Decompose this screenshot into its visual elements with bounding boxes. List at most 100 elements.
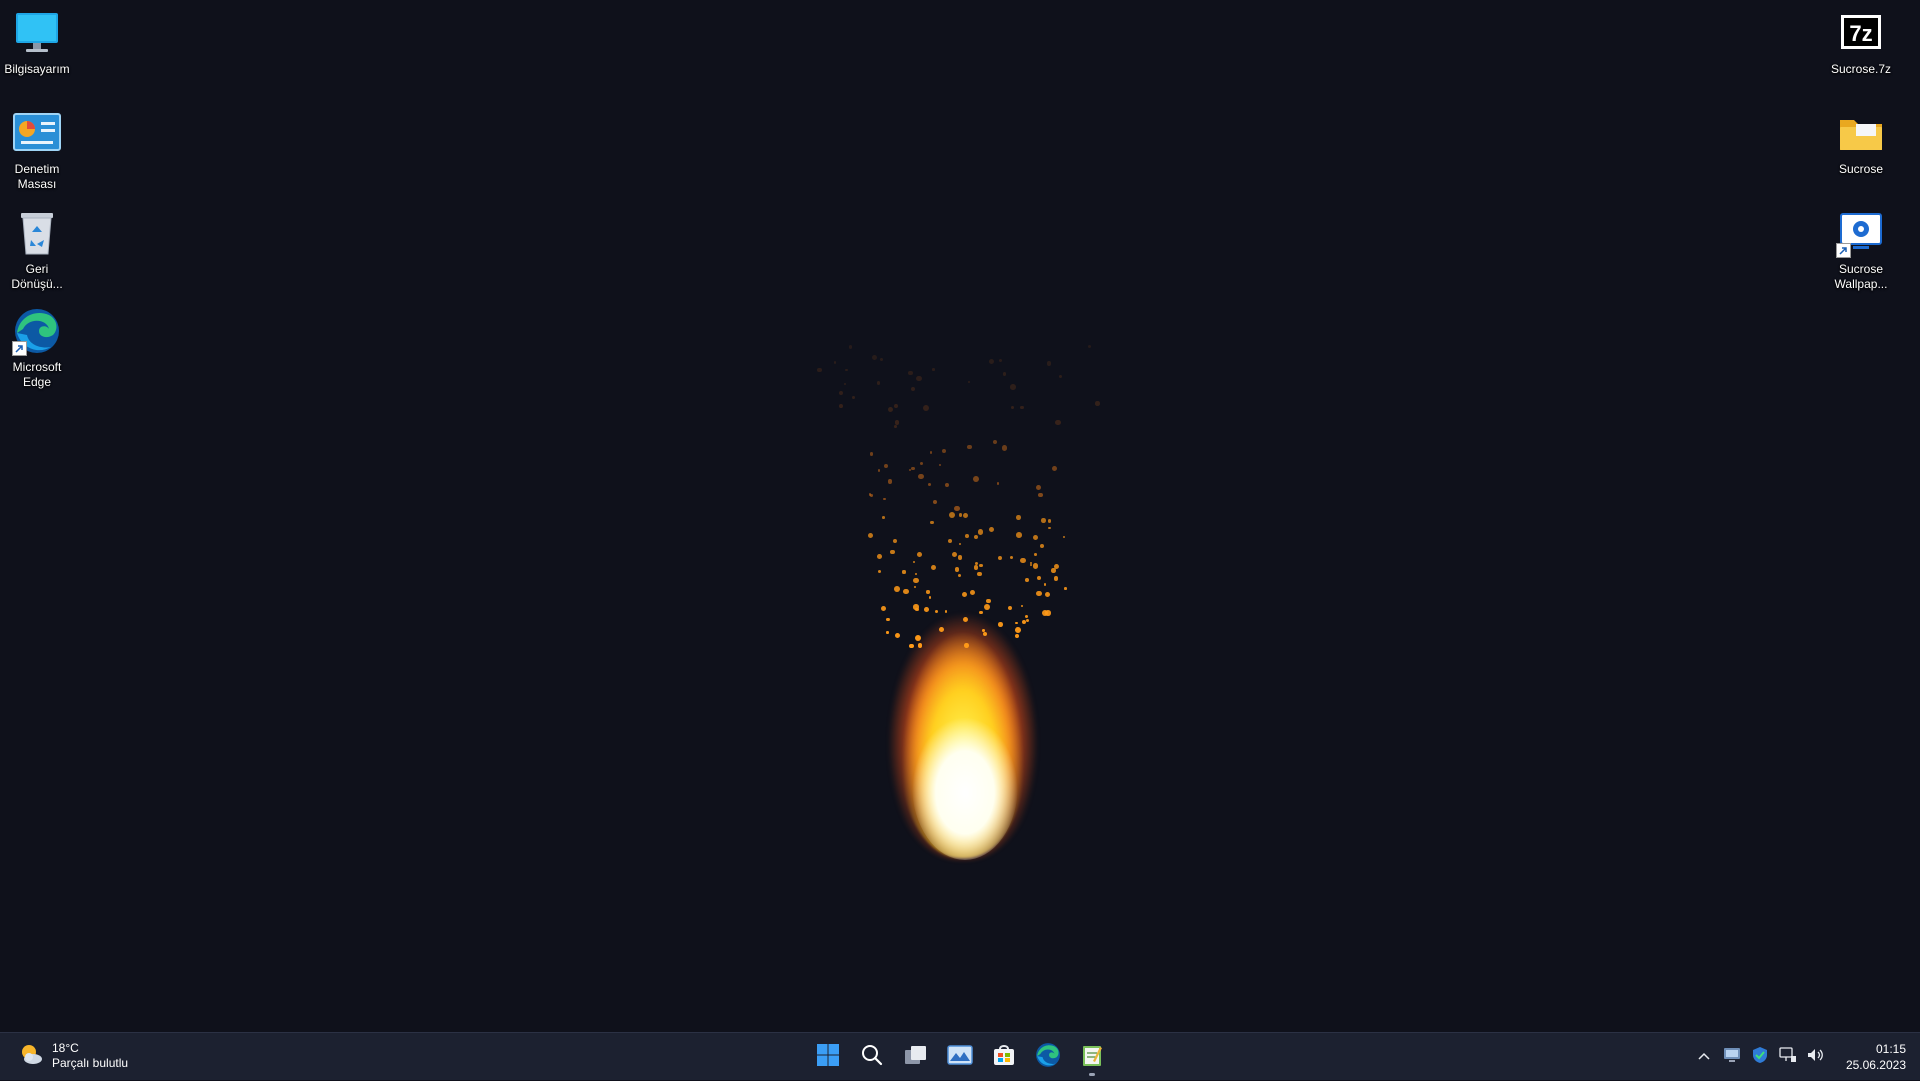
ember-spark — [886, 631, 889, 634]
display-tray-button[interactable] — [1718, 1041, 1746, 1073]
ember-spark — [973, 476, 980, 483]
ember-spark — [887, 407, 893, 413]
ember-spark — [922, 404, 929, 411]
ember-spark — [949, 511, 956, 518]
ember-spark — [998, 621, 1003, 627]
ember-spark — [999, 358, 1003, 362]
ember-spark — [1051, 465, 1057, 471]
ember-spark — [954, 505, 960, 512]
ember-spark — [909, 643, 914, 649]
fire-wallpaper — [760, 320, 1160, 880]
ember-spark — [944, 482, 949, 488]
ember-spark — [876, 381, 881, 386]
ember-spark — [845, 369, 848, 372]
ember-spark — [930, 521, 934, 525]
desktop-icon-sucrose-folder[interactable]: Sucrose — [1816, 108, 1906, 177]
svg-text:7z: 7z — [1849, 21, 1872, 46]
ember-spark — [1024, 614, 1029, 618]
running-indicator — [1089, 1073, 1095, 1076]
store-icon — [992, 1043, 1016, 1072]
ember-spark — [1025, 578, 1029, 582]
ember-spark — [894, 424, 897, 428]
ember-spark — [1062, 536, 1066, 539]
weather-widget[interactable]: 18°C Parçalı bulutlu — [18, 1041, 128, 1071]
start-button[interactable] — [808, 1037, 848, 1077]
recycle-bin-icon — [12, 208, 62, 258]
folder-icon — [1836, 108, 1886, 158]
desktop-icon-recycle-bin[interactable]: Geri Dönüşü... — [0, 208, 82, 292]
notepad-app-button[interactable] — [1072, 1037, 1112, 1077]
notepad-icon — [1081, 1043, 1103, 1072]
ember-spark — [923, 607, 929, 612]
desktop: Bilgisayarım Denetim Masası Geri Dönüşü.… — [0, 0, 1920, 1032]
ember-spark — [1015, 627, 1022, 634]
ember-spark — [973, 565, 979, 570]
ember-spark — [883, 497, 886, 501]
task-view-button[interactable] — [896, 1037, 936, 1077]
ember-spark — [926, 590, 930, 594]
ember-spark — [951, 552, 957, 558]
ember-spark — [1036, 576, 1041, 581]
ember-spark — [1051, 568, 1056, 573]
ember-spark — [932, 500, 937, 505]
ember-spark — [1044, 591, 1051, 598]
ember-spark — [914, 635, 921, 642]
windows-start-icon — [816, 1043, 840, 1072]
ember-spark — [963, 643, 969, 648]
control-panel-icon — [12, 108, 62, 158]
ember-spark — [881, 516, 885, 520]
ember-spark — [1053, 576, 1059, 582]
weather-temp: 18°C — [52, 1041, 79, 1055]
ember-spark — [967, 444, 972, 450]
volume-tray-button[interactable] — [1802, 1041, 1830, 1073]
desktop-icon-label: Sucrose — [1838, 162, 1884, 176]
desktop-icon-sucrose-7z[interactable]: 7z Sucrose.7z — [1816, 8, 1906, 77]
search-button[interactable] — [852, 1037, 892, 1077]
ember-spark — [1010, 384, 1017, 390]
ember-spark — [1033, 563, 1039, 569]
task-view-icon — [904, 1044, 928, 1071]
ember-spark — [938, 464, 941, 467]
ember-spark — [1046, 360, 1052, 366]
ember-spark — [931, 565, 937, 571]
ember-spark — [892, 538, 897, 543]
ember-spark — [970, 589, 976, 595]
desktop-icon-label: Sucrose.7z — [1830, 62, 1892, 76]
ember-spark — [977, 571, 983, 577]
desktop-icon-control-panel[interactable]: Denetim Masası — [0, 108, 82, 192]
ember-spark — [973, 535, 978, 540]
security-tray-button[interactable] — [1746, 1041, 1774, 1073]
clock[interactable]: 01:15 25.06.2023 — [1830, 1041, 1920, 1073]
desktop-icon-sucrose-wallpaper[interactable]: Sucrose Wallpap... — [1816, 208, 1906, 292]
network-icon — [1779, 1046, 1797, 1068]
ember-spark — [877, 570, 881, 574]
ember-spark — [889, 549, 895, 555]
ember-spark — [1039, 544, 1045, 549]
ember-spark — [894, 420, 900, 425]
ember-spark — [961, 591, 968, 598]
ember-spark — [1010, 555, 1014, 560]
network-tray-button[interactable] — [1774, 1041, 1802, 1073]
photos-app-button[interactable] — [940, 1037, 980, 1077]
desktop-icon-microsoft-edge[interactable]: Microsoft Edge — [0, 306, 82, 390]
edge-app-button[interactable] — [1028, 1037, 1068, 1077]
desktop-icon-this-pc[interactable]: Bilgisayarım — [0, 8, 82, 77]
ember-spark — [917, 552, 923, 558]
ember-spark — [989, 527, 995, 533]
ember-spark — [1043, 583, 1047, 586]
ember-spark — [876, 554, 882, 560]
ember-spark — [1020, 604, 1024, 608]
store-app-button[interactable] — [984, 1037, 1024, 1077]
ember-spark — [913, 604, 919, 610]
ember-spark — [844, 382, 847, 385]
ember-spark — [1087, 345, 1091, 349]
volume-icon — [1807, 1047, 1825, 1068]
ember-spark — [947, 539, 952, 544]
ember-spark — [962, 513, 968, 519]
ember-spark — [917, 473, 924, 480]
desktop-icon-label: Geri Dönüşü... — [11, 262, 63, 291]
ember-spark — [848, 345, 853, 349]
ember-spark — [916, 375, 922, 382]
display-icon — [1723, 1047, 1741, 1068]
show-hidden-icons-button[interactable] — [1690, 1041, 1718, 1073]
